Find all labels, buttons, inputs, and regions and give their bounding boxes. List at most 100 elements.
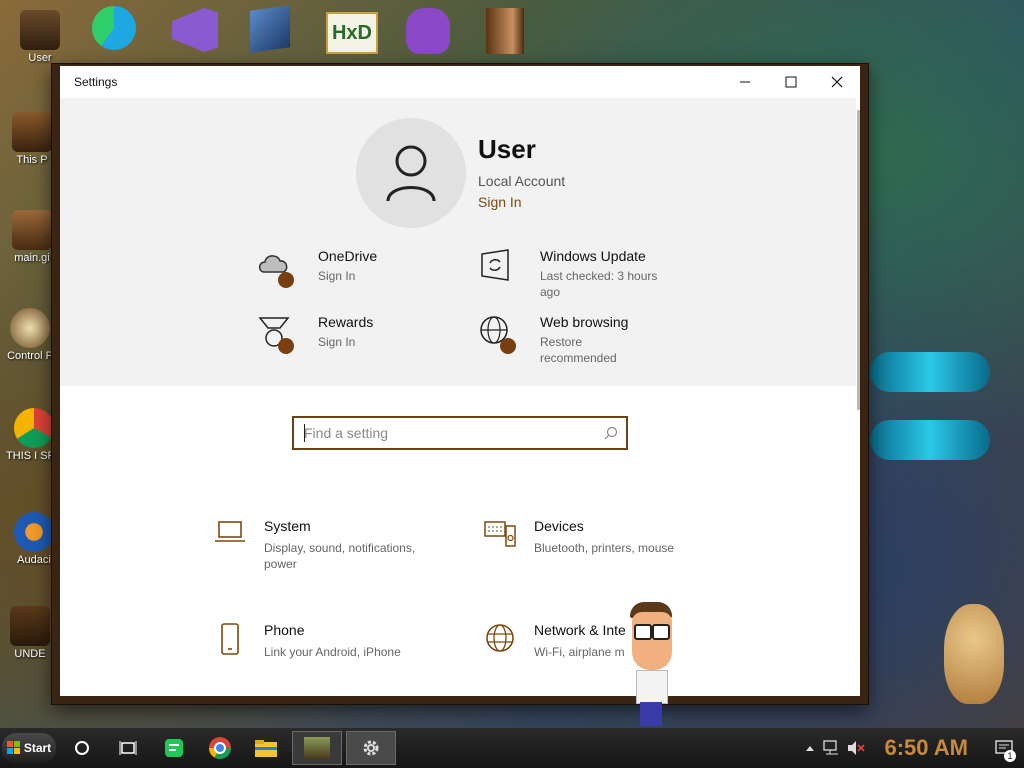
- taskbar: Start 6:50 AM 1: [0, 728, 1024, 768]
- tile-title: Rewards: [318, 314, 374, 330]
- action-center-button[interactable]: 1: [990, 728, 1018, 768]
- folder-icon: [255, 740, 277, 757]
- category-subtitle: Wi-Fi, airplane m: [534, 645, 625, 659]
- show-hidden-icons-button[interactable]: [800, 728, 820, 768]
- window-title: Settings: [74, 75, 118, 89]
- circle-icon: [75, 741, 89, 755]
- gear-icon: [363, 740, 379, 756]
- start-label: Start: [23, 741, 52, 755]
- tile-subtitle: Sign In: [318, 269, 356, 283]
- search-input[interactable]: Find a setting: [304, 425, 604, 441]
- category-title: Phone: [264, 622, 305, 638]
- bonzi-buddy-icon[interactable]: [406, 8, 450, 54]
- rewards-tile[interactable]: Rewards Sign In: [256, 314, 466, 356]
- volume-button[interactable]: [844, 728, 868, 768]
- category-title: Devices: [534, 518, 584, 534]
- hxd-icon[interactable]: HxD: [326, 12, 378, 54]
- taskbar-app-chrome[interactable]: [200, 728, 240, 768]
- category-title: Network & Inte: [534, 622, 626, 638]
- phone-icon: [214, 622, 248, 656]
- desktop-icon-control-panel[interactable]: Control P: [2, 308, 58, 362]
- category-network[interactable]: Network & Inte Wi-Fi, airplane m: [484, 622, 734, 660]
- medal-icon: [256, 314, 298, 356]
- settings-window: Settings User Local Account Sign In OneD…: [52, 64, 868, 704]
- category-subtitle: Link your Android, iPhone: [264, 645, 401, 659]
- status-dot: [278, 338, 294, 354]
- minimize-button[interactable]: [722, 66, 768, 98]
- maximize-button[interactable]: [768, 66, 814, 98]
- windows-update-tile[interactable]: Windows Update Last checked: 3 hours ago: [478, 248, 688, 300]
- account-type: Local Account: [478, 173, 566, 189]
- avatar[interactable]: [356, 118, 466, 228]
- category-phone[interactable]: Phone Link your Android, iPhone: [214, 622, 464, 660]
- status-dot: [500, 338, 516, 354]
- chrome-icon: [14, 408, 54, 448]
- category-subtitle: Bluetooth, printers, mouse: [534, 541, 675, 555]
- category-devices[interactable]: Devices Bluetooth, printers, mouse: [484, 518, 734, 556]
- desktop-icon-label: Control P: [7, 350, 53, 362]
- web-browsing-tile[interactable]: Web browsing Restore recommended: [478, 314, 688, 366]
- category-system[interactable]: System Display, sound, notifications, po…: [214, 518, 464, 572]
- text-caret: [304, 424, 305, 442]
- globe-icon: [484, 622, 518, 656]
- search-icon[interactable]: [604, 426, 618, 440]
- wallpaper-decoration: [870, 420, 990, 460]
- user-folder-icon: [20, 10, 60, 50]
- cloud-icon: [256, 248, 298, 290]
- start-button[interactable]: Start: [2, 733, 56, 763]
- title-bar[interactable]: Settings: [60, 66, 860, 98]
- folder-icon: [10, 606, 50, 646]
- maximize-icon: [785, 76, 797, 88]
- chrome-icon: [209, 737, 231, 759]
- close-button[interactable]: [814, 66, 860, 98]
- network-button[interactable]: [820, 728, 844, 768]
- book-icon[interactable]: [486, 8, 524, 54]
- desktop-icon-label: UNDE: [14, 648, 46, 660]
- network-icon: [823, 740, 839, 755]
- tile-subtitle: Sign In: [318, 335, 356, 349]
- close-icon: [831, 76, 843, 88]
- category-subtitle: Display, sound, notifications, power: [264, 541, 416, 571]
- desktop-icon-unde[interactable]: UNDE: [2, 606, 58, 660]
- clock[interactable]: 6:50 AM: [884, 735, 968, 761]
- taskbar-app-sheets[interactable]: [154, 728, 194, 768]
- update-icon: [478, 248, 520, 290]
- taskbar-app-game[interactable]: [292, 731, 342, 765]
- laptop-icon: [214, 518, 248, 552]
- task-view-icon: [119, 741, 137, 755]
- windows-logo-icon: [6, 741, 20, 754]
- user-name: User: [478, 134, 536, 164]
- keyboard-icon: [484, 518, 518, 552]
- tile-subtitle: Restore recommended: [540, 335, 617, 365]
- onedrive-tile[interactable]: OneDrive Sign In: [256, 248, 466, 290]
- minimize-icon: [740, 81, 750, 83]
- status-dot: [278, 272, 294, 288]
- tile-title: OneDrive: [318, 248, 378, 264]
- cartoon-character: [626, 602, 676, 726]
- image-file-icon: [12, 210, 52, 250]
- chevron-up-icon: [806, 746, 815, 751]
- hamster-image: [944, 604, 1004, 704]
- visual-studio-icon[interactable]: [172, 8, 218, 52]
- taskbar-app-file-explorer[interactable]: [246, 728, 286, 768]
- task-view-button[interactable]: [108, 728, 148, 768]
- volume-muted-icon: [848, 741, 866, 755]
- audacity-icon: [14, 512, 54, 552]
- scrollbar[interactable]: [857, 110, 860, 410]
- globe-icon: [478, 314, 520, 356]
- taskbar-app-settings[interactable]: [346, 731, 396, 765]
- game-app-icon: [304, 737, 330, 759]
- search-box[interactable]: Find a setting: [292, 416, 628, 450]
- lightbulb-icon: [10, 308, 50, 348]
- computer-icon: [12, 112, 52, 152]
- edge-icon[interactable]: [92, 6, 136, 50]
- desktop-icon-user[interactable]: User: [12, 10, 68, 64]
- system-tray: 6:50 AM 1: [800, 728, 1024, 768]
- notification-count-badge: 1: [1004, 750, 1016, 762]
- tile-title: Web browsing: [540, 314, 629, 330]
- sign-in-link[interactable]: Sign In: [478, 194, 522, 210]
- cortana-button[interactable]: [62, 728, 102, 768]
- person-icon: [386, 145, 436, 202]
- chat-app-icon: [165, 739, 183, 757]
- virtualbox-icon[interactable]: [250, 5, 290, 53]
